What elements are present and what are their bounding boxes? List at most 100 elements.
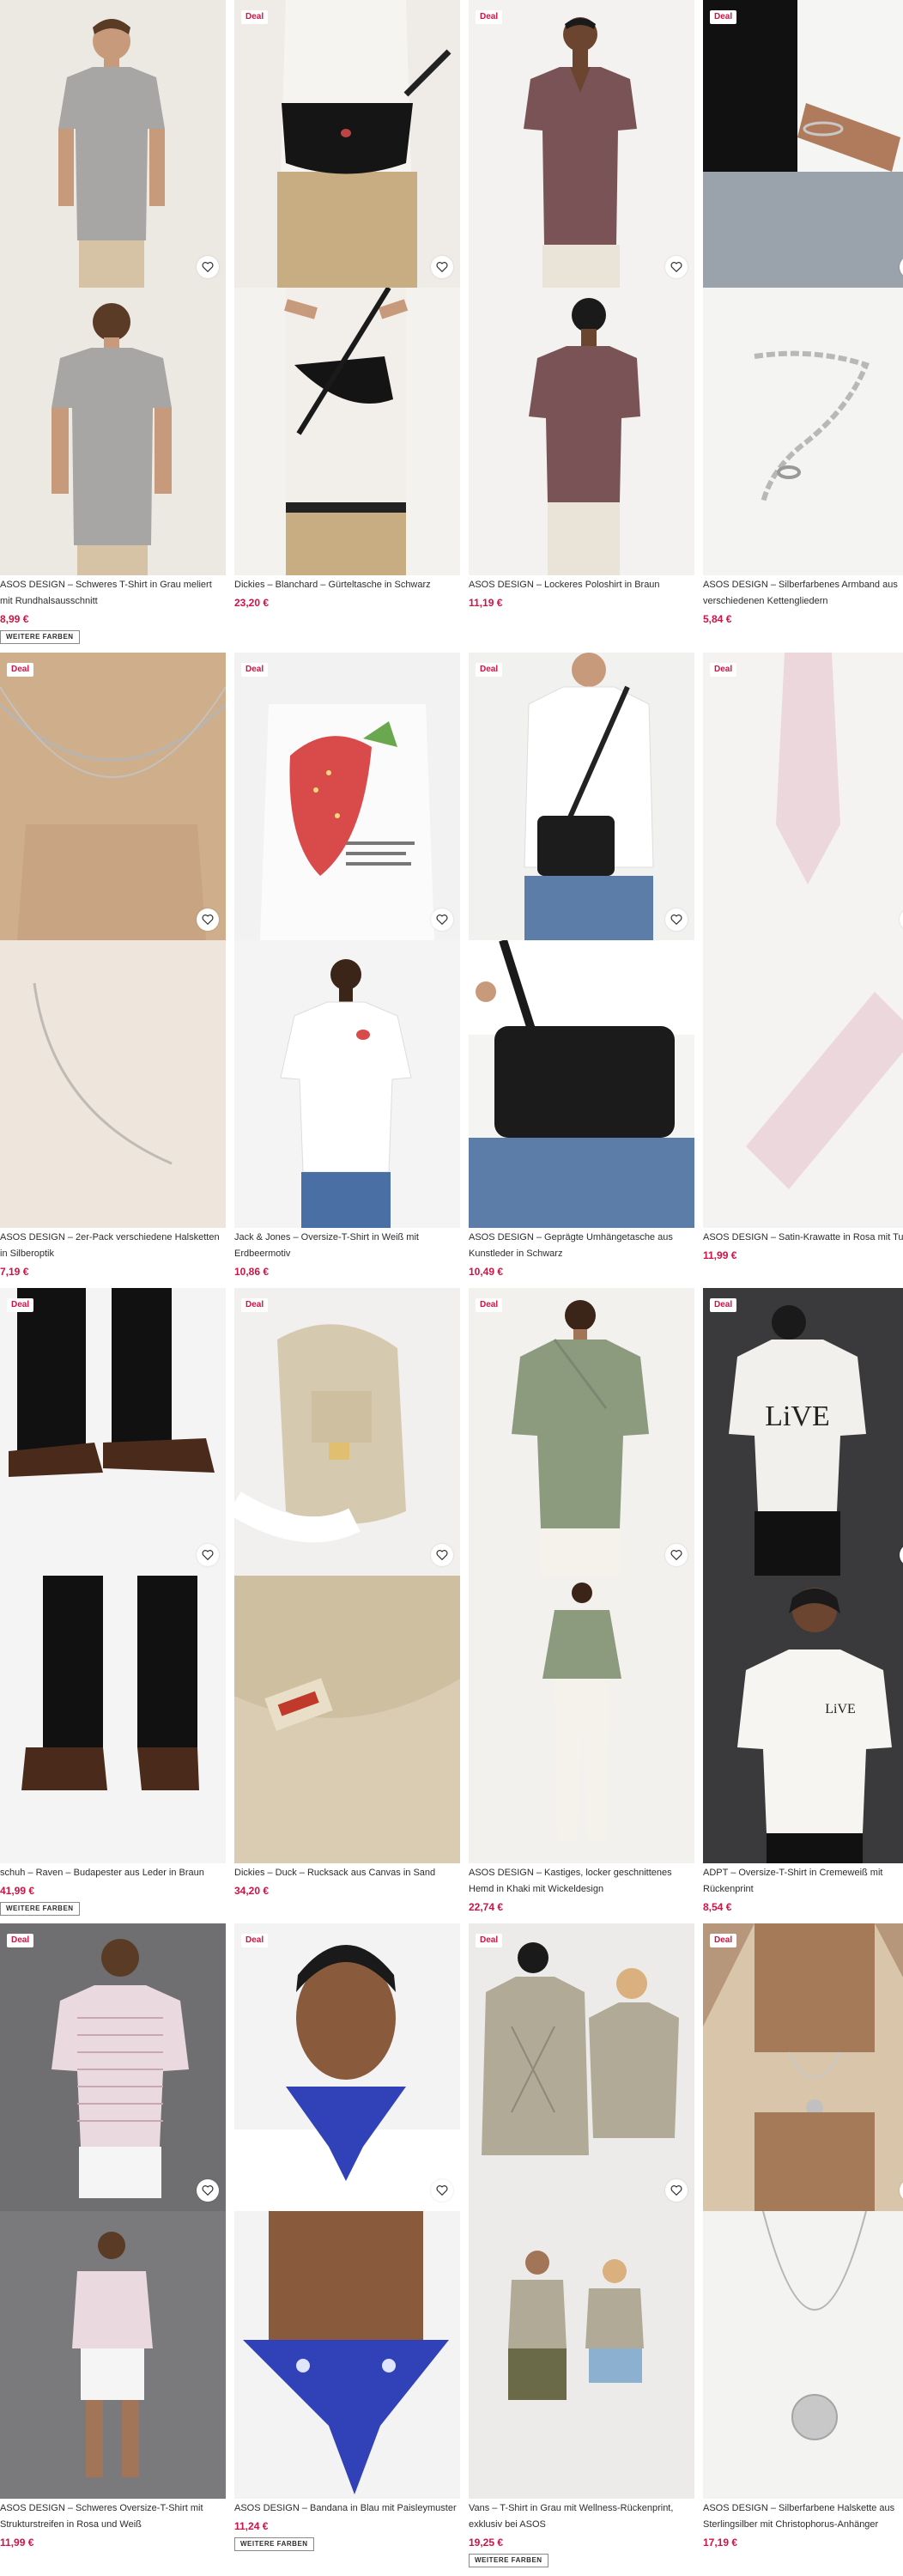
product-image-secondary[interactable] <box>0 288 226 575</box>
product-title[interactable]: ASOS DESIGN – Kastiges, locker geschnitt… <box>469 1865 694 1898</box>
product-info: Dickies – Duck – Rucksack aus Canvas in … <box>234 1865 460 1899</box>
deal-badge: Deal <box>241 1298 269 1312</box>
save-to-wishlist-button[interactable] <box>665 1544 688 1566</box>
product-image-primary[interactable] <box>703 653 903 940</box>
product-image-primary[interactable] <box>234 1288 460 1576</box>
product-price: 11,99 € <box>703 1249 737 1261</box>
heart-icon <box>202 1550 214 1561</box>
product-image-primary[interactable] <box>469 1288 694 1576</box>
product-title[interactable]: ASOS DESIGN – Lockeres Poloshirt in Brau… <box>469 577 694 593</box>
save-to-wishlist-button[interactable] <box>665 908 688 931</box>
more-colors-badge: WEITERE FARBEN <box>0 1902 80 1916</box>
product-image-secondary[interactable] <box>703 940 903 1228</box>
svg-text:LiVE: LiVE <box>765 1400 830 1432</box>
heart-icon <box>202 914 214 926</box>
heart-icon <box>436 2185 448 2196</box>
product-image-secondary[interactable] <box>469 940 694 1228</box>
deal-badge: Deal <box>7 1298 34 1312</box>
product-image-secondary[interactable] <box>0 2211 226 2499</box>
save-to-wishlist-button[interactable] <box>665 2179 688 2202</box>
product-image-primary[interactable] <box>469 1923 694 2211</box>
product-info: Jack & Jones – Oversize-T-Shirt in Weiß … <box>234 1230 460 1279</box>
product-image-primary[interactable] <box>234 1923 460 2211</box>
product-info: ADPT – Oversize-T-Shirt in Cremeweiß mit… <box>703 1865 903 1915</box>
more-colors-badge: WEITERE FARBEN <box>234 2537 314 2551</box>
deal-badge: Deal <box>241 663 269 677</box>
product-title[interactable]: ASOS DESIGN – Schweres Oversize-T-Shirt … <box>0 2500 226 2533</box>
product-price: 11,24 € <box>234 2520 269 2532</box>
save-to-wishlist-button[interactable] <box>431 2179 453 2202</box>
product-image-primary[interactable] <box>469 0 694 288</box>
save-to-wishlist-button[interactable] <box>197 256 219 278</box>
product-price: 10,49 € <box>469 1266 504 1278</box>
product-image-primary[interactable] <box>703 1923 903 2211</box>
product-info: ASOS DESIGN – Kastiges, locker geschnitt… <box>469 1865 694 1915</box>
product-title[interactable]: ASOS DESIGN – Geprägte Umhängetasche aus… <box>469 1230 694 1262</box>
product-info: Vans – T-Shirt in Grau mit Wellness-Rück… <box>469 2500 694 2567</box>
more-colors-badge: WEITERE FARBEN <box>0 630 80 644</box>
deal-badge: Deal <box>710 1298 737 1312</box>
product-image-secondary[interactable] <box>469 2211 694 2499</box>
product-image-secondary[interactable] <box>469 1576 694 1863</box>
save-to-wishlist-button[interactable] <box>197 2179 219 2202</box>
product-image-primary[interactable] <box>0 1923 226 2211</box>
product-price: 11,99 € <box>0 2537 34 2549</box>
product-title[interactable]: Jack & Jones – Oversize-T-Shirt in Weiß … <box>234 1230 460 1262</box>
product-image-secondary[interactable] <box>703 288 903 575</box>
deal-badge: Deal <box>7 1934 34 1947</box>
save-to-wishlist-button[interactable] <box>197 908 219 931</box>
save-to-wishlist-button[interactable] <box>665 256 688 278</box>
product-image-primary[interactable] <box>703 0 903 288</box>
heart-icon <box>436 1550 448 1561</box>
product-price: 17,19 € <box>703 2537 738 2549</box>
product-price: 8,54 € <box>703 1901 732 1913</box>
heart-icon <box>670 262 682 273</box>
deal-badge: Deal <box>710 1934 737 1947</box>
product-title[interactable]: ASOS DESIGN – Silberfarbenes Armband aus… <box>703 577 903 610</box>
product-title[interactable]: ASOS DESIGN – 2er-Pack verschiedene Hals… <box>0 1230 226 1262</box>
product-image-secondary[interactable] <box>0 1576 226 1863</box>
save-to-wishlist-button[interactable] <box>431 908 453 931</box>
product-image-secondary[interactable] <box>469 288 694 575</box>
product-info: Dickies – Blanchard – Gürteltasche in Sc… <box>234 577 460 611</box>
product-image-secondary[interactable] <box>234 1576 460 1863</box>
product-title[interactable]: ASOS DESIGN – Silberfarbene Halskette au… <box>703 2500 903 2533</box>
product-image-primary[interactable] <box>469 653 694 940</box>
heart-icon <box>436 262 448 273</box>
product-image-primary[interactable] <box>234 0 460 288</box>
product-title[interactable]: Dickies – Duck – Rucksack aus Canvas in … <box>234 1865 460 1881</box>
product-price: 23,20 € <box>234 597 270 609</box>
product-image-secondary[interactable] <box>234 288 460 575</box>
product-price: 11,19 € <box>469 597 503 609</box>
deal-badge: Deal <box>476 10 503 24</box>
product-image-primary[interactable] <box>0 0 226 288</box>
product-image-primary[interactable] <box>234 653 460 940</box>
product-image-secondary[interactable] <box>703 2211 903 2499</box>
deal-badge: Deal <box>476 663 503 677</box>
heart-icon <box>670 914 682 926</box>
product-image-secondary[interactable] <box>234 2211 460 2499</box>
product-info: ASOS DESIGN – 2er-Pack verschiedene Hals… <box>0 1230 226 1279</box>
product-title[interactable]: ADPT – Oversize-T-Shirt in Cremeweiß mit… <box>703 1865 903 1898</box>
product-image-secondary[interactable]: LiVE <box>703 1576 903 1863</box>
product-info: ASOS DESIGN – Schweres Oversize-T-Shirt … <box>0 2500 226 2550</box>
product-image-secondary[interactable] <box>234 940 460 1228</box>
heart-icon <box>436 914 448 926</box>
product-info: ASOS DESIGN – Silberfarbene Halskette au… <box>703 2500 903 2550</box>
deal-badge: Deal <box>710 663 737 677</box>
product-image-secondary[interactable] <box>0 940 226 1228</box>
save-to-wishlist-button[interactable] <box>197 1544 219 1566</box>
product-title[interactable]: ASOS DESIGN – Satin-Krawatte in Rosa mit… <box>703 1230 903 1246</box>
save-to-wishlist-button[interactable] <box>431 1544 453 1566</box>
product-image-primary[interactable] <box>0 653 226 940</box>
deal-badge: Deal <box>710 10 737 24</box>
deal-badge: Deal <box>476 1298 503 1312</box>
product-title[interactable]: Vans – T-Shirt in Grau mit Wellness-Rück… <box>469 2500 694 2533</box>
product-title[interactable]: schuh – Raven – Budapester aus Leder in … <box>0 1865 226 1881</box>
save-to-wishlist-button[interactable] <box>431 256 453 278</box>
product-image-primary[interactable] <box>0 1288 226 1576</box>
product-title[interactable]: ASOS DESIGN – Bandana in Blau mit Paisle… <box>234 2500 460 2517</box>
product-image-primary[interactable]: LiVE <box>703 1288 903 1576</box>
product-title[interactable]: ASOS DESIGN – Schweres T-Shirt in Grau m… <box>0 577 226 610</box>
product-title[interactable]: Dickies – Blanchard – Gürteltasche in Sc… <box>234 577 460 593</box>
